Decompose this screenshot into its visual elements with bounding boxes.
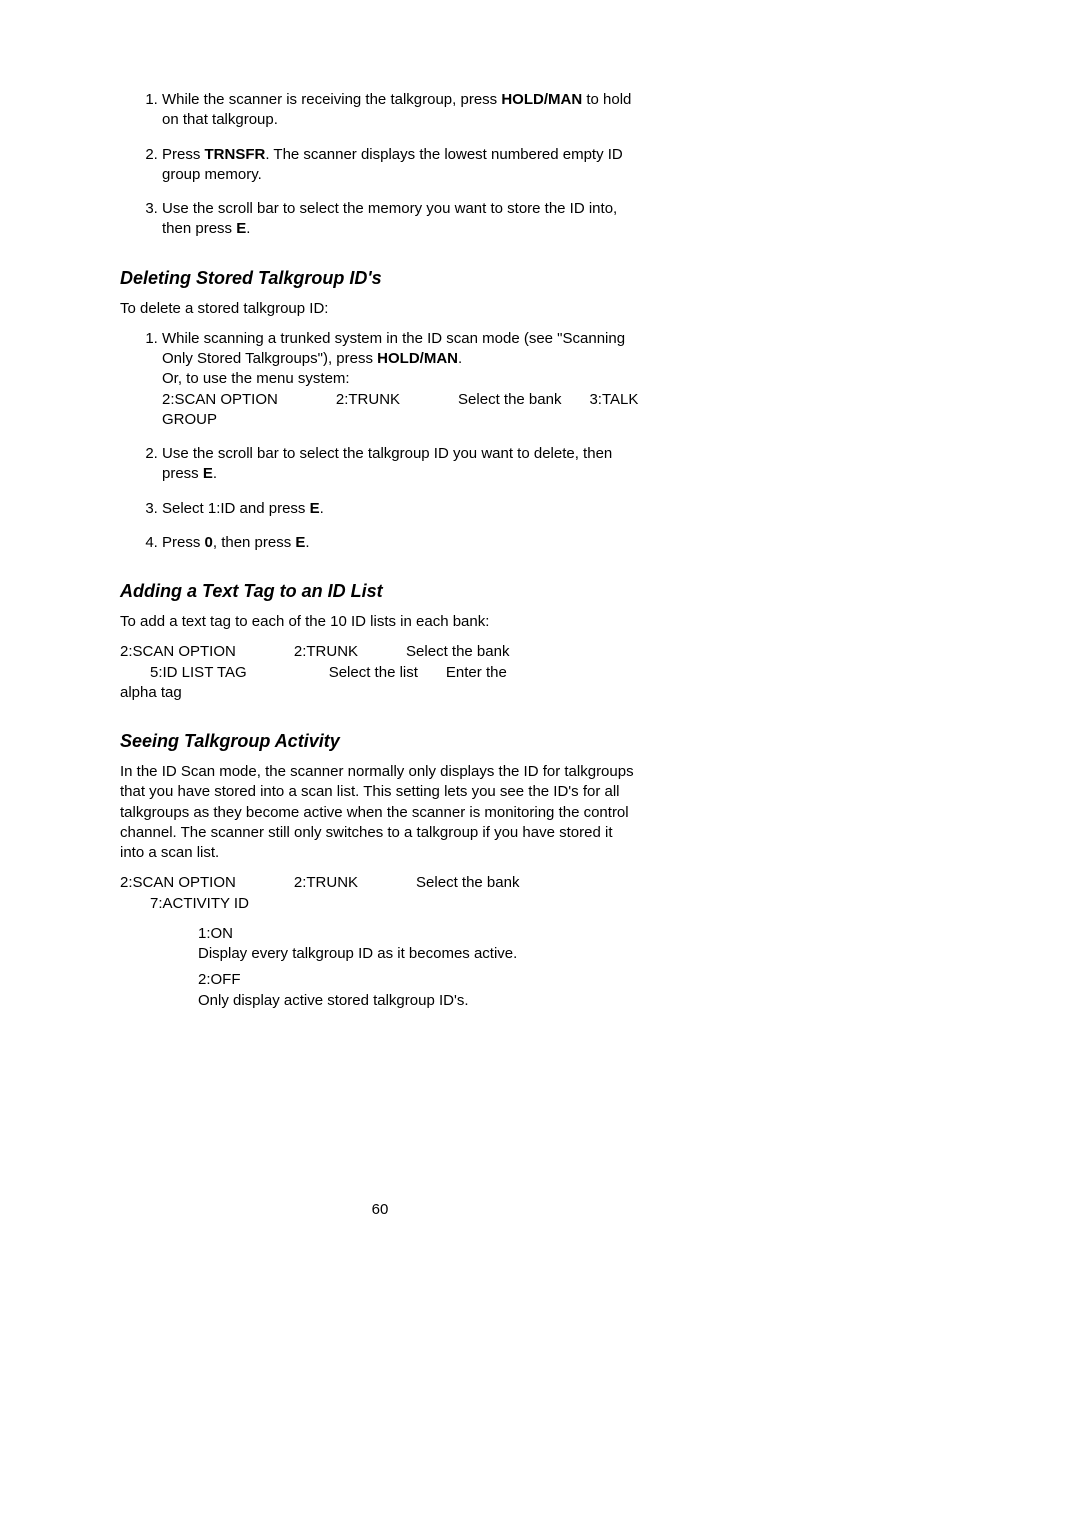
deleting-steps: While scanning a trunked system in the I…: [120, 329, 640, 553]
menu-token: Select the bank: [406, 643, 509, 660]
list-item: While the scanner is receiving the talkg…: [162, 90, 640, 131]
menu-path: 2:SCAN OPTION 2:TRUNK Select the bank 5:ID…: [120, 642, 640, 703]
menu-token: Enter the: [446, 664, 507, 681]
menu-token: 2:TRUNK: [294, 874, 358, 891]
text: .: [305, 534, 309, 551]
option-off: 2:OFF Only display active stored talkgro…: [120, 970, 640, 1011]
list-item: While scanning a trunked system in the I…: [162, 329, 640, 430]
page: While the scanner is receiving the talkg…: [0, 0, 1080, 1528]
text: While the scanner is receiving the talkg…: [162, 91, 501, 108]
menu-token: 2:TRUNK: [336, 391, 400, 408]
menu-token: Select the bank: [458, 391, 561, 408]
page-number: 60: [120, 1201, 640, 1218]
text: Use the scroll bar to select the talkgro…: [162, 445, 612, 482]
text: .: [320, 500, 324, 517]
heading-seeing: Seeing Talkgroup Activity: [120, 731, 640, 752]
list-item: Press TRNSFR. The scanner displays the l…: [162, 145, 640, 186]
text: .: [246, 220, 250, 237]
text: .: [458, 350, 462, 367]
menu-token: 5:ID LIST TAG: [150, 664, 247, 681]
heading-deleting: Deleting Stored Talkgroup ID's: [120, 268, 640, 289]
menu-path: 2:SCAN OPTION2:TRUNKSelect the bank3:TAL…: [162, 391, 638, 428]
key-label: HOLD/MAN: [501, 91, 582, 108]
menu-token: Select the list: [329, 664, 418, 681]
key-label: 0: [205, 534, 213, 551]
list-item: Use the scroll bar to select the talkgro…: [162, 444, 640, 485]
heading-adding: Adding a Text Tag to an ID List: [120, 581, 640, 602]
content-column: While the scanner is receiving the talkg…: [120, 90, 640, 1011]
key-label: TRNSFR: [205, 146, 266, 163]
list-item: Use the scroll bar to select the memory …: [162, 199, 640, 240]
menu-token: 2:SCAN OPTION: [120, 874, 236, 891]
menu-path: 2:SCAN OPTION 2:TRUNK Select the bank 7:AC…: [120, 873, 640, 914]
page-number-container: 60: [0, 1201, 1080, 1218]
option-label: 2:OFF: [198, 971, 241, 988]
option-desc: Display every talkgroup ID as it becomes…: [198, 945, 517, 962]
key-label: E: [203, 465, 213, 482]
option-desc: Only display active stored talkgroup ID'…: [198, 992, 468, 1009]
lead-text: To delete a stored talkgroup ID:: [120, 299, 640, 319]
top-numbered-list: While the scanner is receiving the talkg…: [120, 90, 640, 240]
menu-token: 2:SCAN OPTION: [120, 643, 236, 660]
text: Press: [162, 146, 205, 163]
menu-token: 7:ACTIVITY ID: [150, 895, 249, 912]
menu-token: 2:TRUNK: [294, 643, 358, 660]
key-label: E: [310, 500, 320, 517]
key-label: HOLD/MAN: [377, 350, 458, 367]
list-item: Press 0, then press E.: [162, 533, 640, 553]
list-item: Select 1:ID and press E.: [162, 499, 640, 519]
menu-token: 2:SCAN OPTION: [162, 391, 278, 408]
text: Use the scroll bar to select the memory …: [162, 200, 617, 237]
lead-text: To add a text tag to each of the 10 ID l…: [120, 612, 640, 632]
option-label: 1:ON: [198, 925, 233, 942]
text: , then press: [213, 534, 296, 551]
menu-token: alpha tag: [120, 684, 182, 701]
text: .: [213, 465, 217, 482]
text: Press: [162, 534, 205, 551]
text: Or, to use the menu system:: [162, 370, 350, 387]
menu-token: Select the bank: [416, 874, 519, 891]
text: Select 1:ID and press: [162, 500, 310, 517]
key-label: E: [236, 220, 246, 237]
option-on: 1:ON Display every talkgroup ID as it be…: [120, 924, 640, 965]
key-label: E: [295, 534, 305, 551]
paragraph: In the ID Scan mode, the scanner normall…: [120, 762, 640, 863]
